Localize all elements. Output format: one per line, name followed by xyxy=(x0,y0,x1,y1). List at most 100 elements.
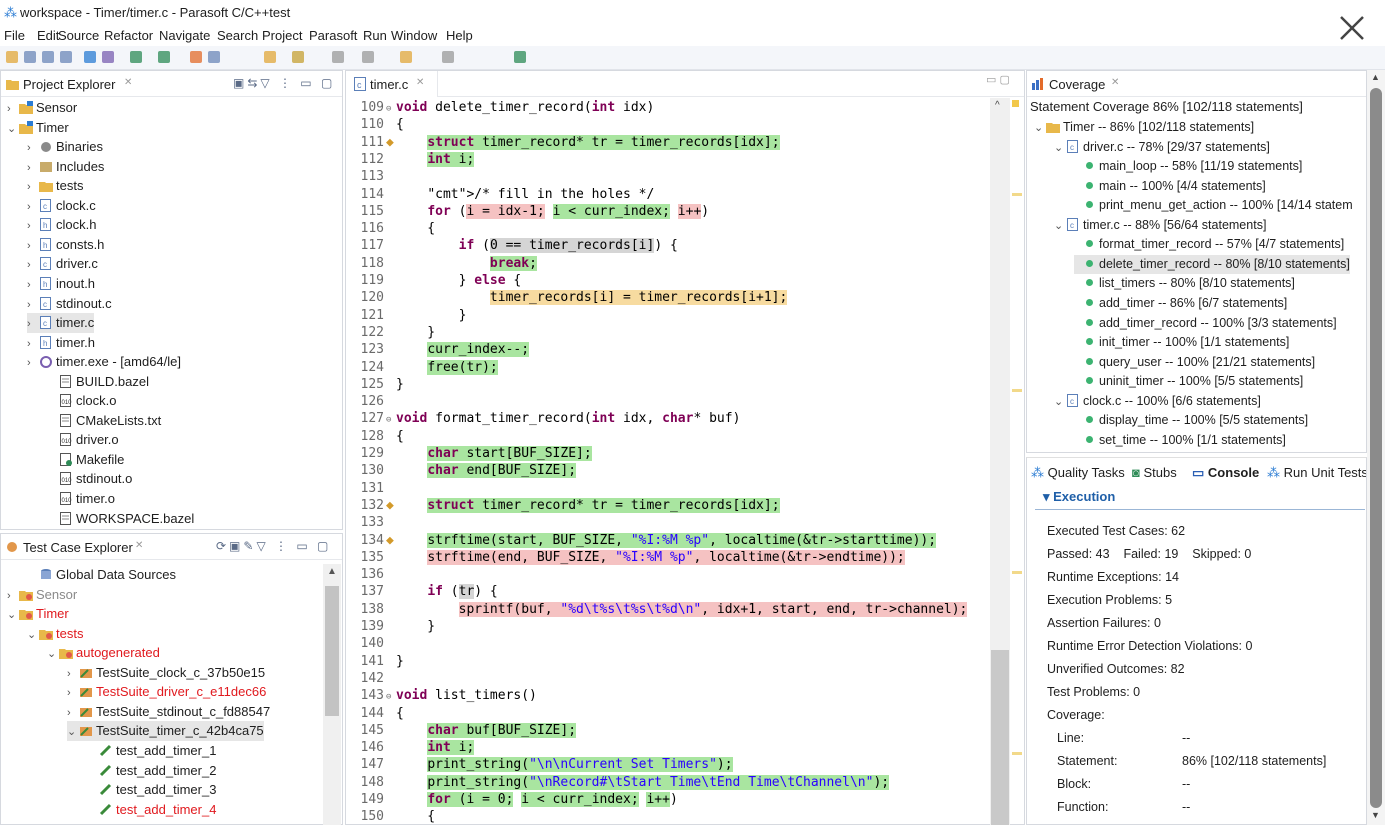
code-line[interactable]: 113 xyxy=(346,168,1006,185)
coverage-tree-item[interactable]: add_timer_record -- 100% [3/3 statements… xyxy=(1074,314,1337,334)
scroll-up-icon[interactable]: ▲ xyxy=(1371,72,1380,82)
menu-search[interactable]: Search xyxy=(217,28,258,43)
search-icon[interactable] xyxy=(206,49,222,65)
tree-item[interactable]: › TestSuite_stdinout_c_fd88547 xyxy=(67,702,270,722)
code-line[interactable]: 127 ⊖ void format_timer_record(int idx, ch… xyxy=(346,410,1006,427)
tab-console[interactable]: ▭ Console xyxy=(1192,465,1259,481)
coverage-tree-item[interactable]: print_menu_get_action -- 100% [14/14 sta… xyxy=(1074,196,1359,216)
coverage-tree-item[interactable]: add_timer -- 86% [6/7 statements] xyxy=(1074,294,1287,314)
expand-toggle-icon[interactable]: › xyxy=(67,704,79,723)
tree-item[interactable]: › c stdinout.c xyxy=(27,294,112,314)
next-icon[interactable] xyxy=(360,49,376,65)
menu-refactor[interactable]: Refactor xyxy=(104,28,153,43)
code-line[interactable]: 125} xyxy=(346,376,1006,393)
code-line[interactable]: 109 ⊖ void delete_timer_record(int idx) xyxy=(346,99,1006,116)
coverage-tree-item[interactable]: delete_timer_record -- 80% [8/10 stateme… xyxy=(1074,254,1350,275)
tab-quality-tasks[interactable]: ⁂ Quality Tasks xyxy=(1031,465,1125,481)
code-line[interactable]: 130 char end[BUF_SIZE]; xyxy=(346,462,1006,479)
code-line[interactable]: 124 free(tr); xyxy=(346,359,1006,376)
code-line[interactable]: 136 xyxy=(346,566,1006,583)
menu-window[interactable]: Window xyxy=(391,28,437,43)
coverage-tree-item[interactable]: display_time -- 100% [5/5 statements] xyxy=(1074,411,1308,431)
close-tab-icon[interactable]: ✕ xyxy=(416,77,424,88)
code-line[interactable]: 139 } xyxy=(346,618,1006,635)
tree-item[interactable]: ⌄ Timer xyxy=(7,604,69,624)
expand-toggle-icon[interactable]: ⌄ xyxy=(1054,217,1066,236)
coverage-tree-item[interactable]: format_timer_record -- 57% [4/7 statemen… xyxy=(1074,235,1344,255)
code-line[interactable]: 135 strftime(end, BUF_SIZE, "%I:%M %p", … xyxy=(346,549,1006,566)
tab-timer-c[interactable]: c timer.c ✕ xyxy=(346,71,438,97)
overview-marker[interactable] xyxy=(1012,570,1022,574)
expand-toggle-icon[interactable]: › xyxy=(27,315,39,334)
tree-item[interactable]: › Sensor xyxy=(7,585,77,605)
coverage-tree-item[interactable]: ⌄ c driver.c -- 78% [29/37 statements] xyxy=(1054,138,1270,158)
code-line[interactable]: 121 } xyxy=(346,307,1006,324)
expand-toggle-icon[interactable]: ⌄ xyxy=(47,645,59,664)
expand-toggle-icon[interactable]: › xyxy=(27,237,39,256)
tree-item[interactable]: › Includes xyxy=(27,157,104,177)
tree-item[interactable]: 010 stdinout.o xyxy=(47,469,132,489)
coverage-icon[interactable] xyxy=(188,49,204,65)
expand-toggle-icon[interactable]: › xyxy=(27,335,39,354)
code-line[interactable]: 126 xyxy=(346,393,1006,410)
tree-item[interactable]: › c timer.c xyxy=(27,313,95,334)
tree-item[interactable]: 010 driver.o xyxy=(47,430,119,450)
build-icon[interactable] xyxy=(128,49,144,65)
pin-icon[interactable] xyxy=(512,49,528,65)
tree-item[interactable]: test_add_timer_3 xyxy=(87,780,216,800)
code-line[interactable]: 112 int i; xyxy=(346,151,1006,168)
close-tab-icon[interactable]: ✕ xyxy=(1111,77,1119,88)
expand-toggle-icon[interactable]: › xyxy=(27,159,39,178)
code-line[interactable]: 115 for (i = idx-1; i < curr_index; i++) xyxy=(346,203,1006,220)
tab-stubs[interactable]: ◙ Stubs xyxy=(1132,465,1177,480)
coverage-tree-item[interactable]: main_loop -- 58% [11/19 statements] xyxy=(1074,157,1302,177)
save-icon[interactable] xyxy=(22,49,38,65)
expand-toggle-icon[interactable]: › xyxy=(67,684,79,703)
tree-item[interactable]: › tests xyxy=(27,176,83,196)
test-icon[interactable] xyxy=(156,49,172,65)
coverage-tree-item[interactable]: set_time -- 100% [1/1 statements] xyxy=(1074,431,1286,451)
expand-toggle-icon[interactable]: ⌄ xyxy=(1054,393,1066,412)
expand-toggle-icon[interactable]: ⌄ xyxy=(67,723,79,742)
code-line[interactable]: 114 "cmt">/* fill in the holes */ xyxy=(346,186,1006,203)
tree-item[interactable]: › h inout.h xyxy=(27,274,95,294)
scroll-up-icon[interactable]: ^ xyxy=(995,100,1000,111)
expand-toggle-icon[interactable]: ⌄ xyxy=(7,120,19,139)
new-icon[interactable] xyxy=(4,49,20,65)
coverage-tree-item[interactable]: uninit_timer -- 100% [5/5 statements] xyxy=(1074,372,1303,392)
editor-scroll-thumb[interactable] xyxy=(991,650,1009,825)
code-line[interactable]: 141} xyxy=(346,653,1006,670)
close-tab-icon[interactable]: ✕ xyxy=(124,77,132,88)
code-line[interactable]: 147 print_string("\n\nCurrent Set Timers… xyxy=(346,756,1006,773)
code-area[interactable]: 109 ⊖ void delete_timer_record(int idx) 110… xyxy=(346,99,1006,825)
expand-toggle-icon[interactable]: › xyxy=(27,256,39,275)
view-toolbar[interactable]: ▣⇆▽ ⋮ ▭ ▢ xyxy=(233,76,335,90)
code-line[interactable]: 129 char start[BUF_SIZE]; xyxy=(346,445,1006,462)
editor-window-controls[interactable]: ▭ ▢ xyxy=(986,73,1010,86)
menu-navigate[interactable]: Navigate xyxy=(159,28,210,43)
expand-toggle-icon[interactable]: › xyxy=(27,139,39,158)
code-line[interactable]: 138 sprintf(buf, "%d\t%s\t%s\t%d\n", idx… xyxy=(346,601,1006,618)
code-line[interactable]: 117 if (0 == timer_records[i]) { xyxy=(346,237,1006,254)
code-line[interactable]: 145 char buf[BUF_SIZE]; xyxy=(346,722,1006,739)
code-line[interactable]: 111 ◆ struct timer_record* tr = timer_rec… xyxy=(346,134,1006,151)
expand-toggle-icon[interactable]: › xyxy=(27,296,39,315)
tree-item[interactable]: ⌄ autogenerated xyxy=(47,643,160,663)
overview-marker[interactable] xyxy=(1012,752,1022,756)
tree-item[interactable]: › c clock.c xyxy=(27,196,96,216)
forward-icon[interactable] xyxy=(440,49,456,65)
menu-file[interactable]: File xyxy=(4,28,25,43)
code-line[interactable]: 131 xyxy=(346,480,1006,497)
menu-help[interactable]: Help xyxy=(446,28,473,43)
edit-icon[interactable] xyxy=(290,49,306,65)
tree-item[interactable]: WORKSPACE.bazel xyxy=(47,509,194,529)
code-line[interactable]: 118 break; xyxy=(346,255,1006,272)
open-folder-icon[interactable] xyxy=(262,49,278,65)
menu-parasoft[interactable]: Parasoft xyxy=(309,28,357,43)
tree-item[interactable]: ⌄ TestSuite_timer_c_42b4ca75 xyxy=(67,721,264,741)
save-all-icon[interactable] xyxy=(40,49,56,65)
code-line[interactable]: 148 print_string("\nRecord#\tStart Time\… xyxy=(346,774,1006,791)
overview-marker[interactable] xyxy=(1012,388,1022,392)
coverage-tree-item[interactable]: ⌄ c clock.c -- 100% [6/6 statements] xyxy=(1054,392,1261,412)
tree-item[interactable]: › h timer.h xyxy=(27,333,95,353)
